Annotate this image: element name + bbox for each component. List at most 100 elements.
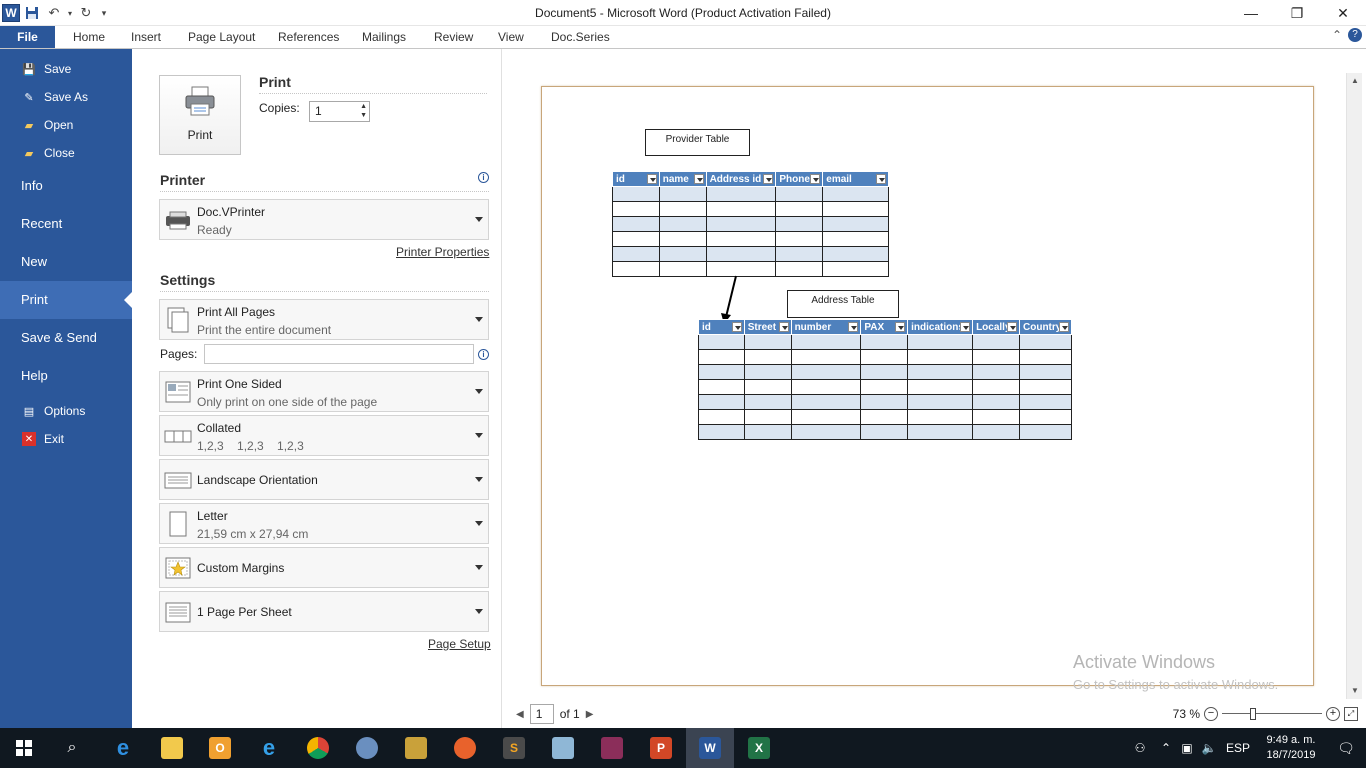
restore-icon[interactable]: ❐ bbox=[1274, 0, 1320, 26]
taskbar-powerpoint[interactable]: P bbox=[637, 728, 685, 768]
address-col-header: PAX bbox=[860, 319, 909, 335]
nav-print[interactable]: Print bbox=[0, 281, 132, 319]
pages-info-icon[interactable]: i bbox=[478, 349, 489, 360]
taskbar-winrar[interactable] bbox=[588, 728, 636, 768]
print-divider bbox=[259, 93, 487, 94]
scroll-up-icon[interactable]: ▲ bbox=[1347, 73, 1363, 89]
chevron-down-icon bbox=[475, 520, 483, 526]
filter-dropdown-icon[interactable] bbox=[810, 174, 821, 184]
tab-mailings[interactable]: Mailings bbox=[362, 26, 406, 48]
taskbar-outlook[interactable]: O bbox=[196, 728, 244, 768]
collapse-ribbon-icon[interactable]: ⌃ bbox=[1332, 28, 1342, 42]
zoom-slider[interactable] bbox=[1222, 708, 1322, 720]
filter-dropdown-icon[interactable] bbox=[1007, 322, 1017, 332]
address-col-header: id bbox=[698, 319, 745, 335]
filter-dropdown-icon[interactable] bbox=[763, 174, 774, 184]
tab-doc-series[interactable]: Doc.Series bbox=[551, 26, 610, 48]
filter-dropdown-icon[interactable] bbox=[1059, 322, 1069, 332]
taskbar-sublime[interactable]: S bbox=[490, 728, 538, 768]
address-col-header: indications bbox=[907, 319, 974, 335]
next-page-icon[interactable]: ▶ bbox=[586, 709, 594, 720]
taskbar-excel[interactable]: X bbox=[735, 728, 783, 768]
clock[interactable]: 9:49 a. m. 18/7/2019 bbox=[1256, 733, 1326, 763]
taskbar-word[interactable]: W bbox=[686, 728, 734, 768]
page-setup-link[interactable]: Page Setup bbox=[428, 637, 491, 651]
filter-dropdown-icon[interactable] bbox=[693, 174, 704, 184]
taskbar-firefox[interactable] bbox=[441, 728, 489, 768]
filter-dropdown-icon[interactable] bbox=[778, 322, 789, 332]
filter-dropdown-icon[interactable] bbox=[646, 174, 657, 184]
tab-references[interactable]: References bbox=[278, 26, 339, 48]
language-indicator[interactable]: ESP bbox=[1220, 741, 1256, 755]
start-button[interactable] bbox=[0, 728, 48, 768]
network-icon[interactable]: ▣ bbox=[1176, 741, 1198, 755]
nav-save-as[interactable]: ✎ Save As bbox=[0, 83, 132, 111]
nav-info[interactable]: Info bbox=[0, 167, 132, 205]
taskbar-edge[interactable]: e bbox=[99, 728, 147, 768]
zoom-to-page-icon[interactable]: ⤢ bbox=[1344, 707, 1358, 721]
taskbar-app-globe[interactable] bbox=[343, 728, 391, 768]
notifications-icon[interactable]: 🗨 bbox=[1326, 740, 1366, 757]
people-icon[interactable]: ⚇ bbox=[1124, 741, 1156, 755]
taskbar-chrome[interactable] bbox=[294, 728, 342, 768]
taskbar-explorer[interactable] bbox=[148, 728, 196, 768]
tab-insert[interactable]: Insert bbox=[131, 26, 161, 48]
margins-select[interactable]: Custom Margins bbox=[159, 547, 489, 588]
minimize-icon[interactable]: — bbox=[1228, 0, 1274, 26]
tab-page-layout[interactable]: Page Layout bbox=[188, 26, 255, 48]
stepper-arrows-icon[interactable]: ▲ ▼ bbox=[360, 102, 367, 120]
show-hidden-icons[interactable]: ⌃ bbox=[1156, 741, 1176, 755]
filter-dropdown-icon[interactable] bbox=[848, 322, 859, 332]
printer-properties-link[interactable]: Printer Properties bbox=[396, 245, 489, 259]
nav-close[interactable]: ▰ Close bbox=[0, 139, 132, 167]
sublime-icon: S bbox=[503, 737, 525, 759]
sides-select[interactable]: Print One Sided Only print on one side o… bbox=[159, 371, 489, 412]
nav-new[interactable]: New bbox=[0, 243, 132, 281]
pages-per-sheet-select[interactable]: 1 Page Per Sheet bbox=[159, 591, 489, 632]
prev-page-icon[interactable]: ◀ bbox=[516, 709, 524, 720]
copies-stepper[interactable]: 1 ▲ ▼ bbox=[309, 101, 370, 122]
zoom-slider-handle[interactable] bbox=[1250, 708, 1256, 720]
page-number-input[interactable]: 1 bbox=[529, 704, 554, 724]
filter-dropdown-icon[interactable] bbox=[960, 322, 971, 332]
zoom-level[interactable]: 73 % bbox=[1173, 707, 1200, 721]
speaker-icon[interactable]: 🔈 bbox=[1198, 741, 1220, 755]
nav-open[interactable]: ▰ Open bbox=[0, 111, 132, 139]
print-button[interactable]: Print bbox=[159, 75, 241, 155]
nav-save[interactable]: 💾 Save bbox=[0, 55, 132, 83]
nav-recent[interactable]: Recent bbox=[0, 205, 132, 243]
search-button[interactable]: ⌕ bbox=[48, 728, 96, 768]
tab-home[interactable]: Home bbox=[73, 26, 105, 48]
address-col-header: Locally bbox=[972, 319, 1020, 335]
zoom-out-icon[interactable]: − bbox=[1204, 707, 1218, 721]
print-section-title: Print bbox=[259, 74, 291, 90]
provider-table-caption: Provider Table bbox=[645, 129, 750, 156]
pages-input[interactable] bbox=[204, 344, 474, 364]
zoom-in-icon[interactable]: + bbox=[1326, 707, 1340, 721]
filter-dropdown-icon[interactable] bbox=[731, 322, 742, 332]
taskbar-app-notes[interactable] bbox=[539, 728, 587, 768]
system-tray: ⚇ ⌃ ▣ 🔈 ESP 9:49 a. m. 18/7/2019 🗨 bbox=[1124, 728, 1366, 768]
taskbar-app-tools[interactable] bbox=[392, 728, 440, 768]
filter-dropdown-icon[interactable] bbox=[876, 174, 886, 184]
printer-info-icon[interactable]: i bbox=[478, 172, 489, 183]
help-icon[interactable]: ? bbox=[1348, 28, 1362, 42]
print-range-select[interactable]: Print All Pages Print the entire documen… bbox=[159, 299, 489, 340]
nav-exit[interactable]: ✕ Exit bbox=[0, 425, 132, 453]
nav-options[interactable]: ▤ Options bbox=[0, 397, 132, 425]
tab-view[interactable]: View bbox=[498, 26, 524, 48]
filter-dropdown-icon[interactable] bbox=[895, 322, 906, 332]
preview-scrollbar[interactable]: ▲ ▼ bbox=[1346, 73, 1362, 699]
taskbar-ie[interactable]: e bbox=[245, 728, 293, 768]
orientation-select[interactable]: Landscape Orientation bbox=[159, 459, 489, 500]
tab-review[interactable]: Review bbox=[434, 26, 473, 48]
nav-help[interactable]: Help bbox=[0, 357, 132, 395]
close-icon[interactable]: ✕ bbox=[1320, 0, 1366, 26]
printer-select[interactable]: Doc.VPrinter Ready bbox=[159, 199, 489, 240]
print-preview: Provider Table id name Address id Phone … bbox=[502, 49, 1366, 728]
collation-select[interactable]: Collated 1,2,3 1,2,3 1,2,3 bbox=[159, 415, 489, 456]
nav-save-send[interactable]: Save & Send bbox=[0, 319, 132, 357]
tab-file[interactable]: File bbox=[0, 26, 55, 48]
scroll-down-icon[interactable]: ▼ bbox=[1347, 683, 1363, 699]
paper-size-select[interactable]: Letter 21,59 cm x 27,94 cm bbox=[159, 503, 489, 544]
